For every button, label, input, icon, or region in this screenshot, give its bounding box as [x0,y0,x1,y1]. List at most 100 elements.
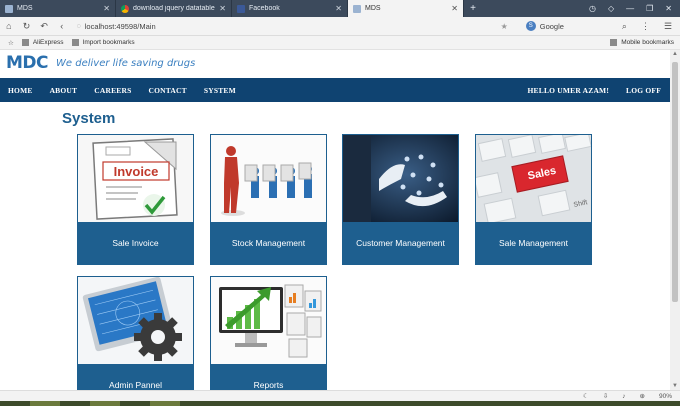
tab-title: MDS [365,5,381,12]
reports-chart-icon [211,277,326,364]
admin-gear-icon [78,277,193,364]
url-text: localhost:49598/Main [84,21,156,31]
page-icon [5,4,13,13]
reload-icon[interactable]: ↻ [18,21,36,32]
toolbar-icons: ⌕ ⋮ ☰ [622,21,680,32]
scroll-down-icon[interactable]: ▼ [672,383,678,389]
tile-sale-invoice[interactable]: Invoice Sale Invoice [77,134,194,265]
zoom-icon[interactable]: ⊕ [640,392,645,400]
mobile-bookmarks[interactable]: Mobile bookmarks [610,39,674,46]
mobile-bookmarks-label: Mobile bookmarks [621,39,674,46]
tile-caption: Stock Management [211,222,326,264]
page-scrollbar[interactable]: ▲ ▼ [670,50,680,390]
tile-sale-management[interactable]: Sales Shift Sale Management [475,134,592,265]
os-taskbar [0,401,680,406]
sales-key-icon: Sales Shift [476,135,591,222]
page-info-icon[interactable]: ◌ [77,23,81,30]
browser-status-bar: ☾ ⇩ ♪ ⊕ 90% [0,390,680,401]
browser-tab[interactable]: MDS ✕ [0,0,116,17]
undo-icon[interactable]: ↶ [35,21,53,32]
customer-network-icon [343,135,458,222]
tile-caption: Admin Pannel [78,364,193,390]
mobile-icon [610,39,618,46]
tab-title: MDS [17,5,33,12]
close-icon[interactable]: ✕ [451,4,458,13]
nav-contact[interactable]: CONTACT [148,86,186,95]
zoom-level[interactable]: 90% [659,393,672,400]
nav-careers[interactable]: CAREERS [94,86,131,95]
menu-icon[interactable]: ☰ [664,21,672,32]
nav-about[interactable]: ABOUT [50,86,78,95]
tile-caption: Sale Invoice [78,222,193,264]
tile-admin-pannel[interactable]: Admin Pannel [77,276,194,390]
scroll-thumb[interactable] [672,62,678,302]
minimize-icon[interactable]: — [626,4,634,13]
sound-icon[interactable]: ♪ [622,393,625,400]
main-navbar: HOME ABOUT CAREERS CONTACT SYSTEM HELLO … [0,78,670,102]
logo-text: MDC [6,53,49,73]
tile-caption: Customer Management [343,222,458,264]
folder-icon [21,39,29,46]
import-icon [71,39,79,46]
logoff-link[interactable]: LOG OFF [626,86,661,95]
download-icon[interactable]: ⇩ [603,392,608,400]
bookmark-import[interactable]: Import bookmarks [71,39,135,46]
restore-icon[interactable]: ❐ [646,4,653,13]
nav-right: HELLO UMER AZAM! LOG OFF [520,86,671,95]
chrome-icon [121,4,129,13]
window-controls: ◷ ◇ — ❐ ✕ [589,0,680,17]
site-tagline: We deliver life saving drugs [56,57,196,69]
bookmark-label: Import bookmarks [82,39,135,46]
back-icon[interactable]: ‹ [53,21,71,31]
nav-home[interactable]: HOME [8,86,33,95]
bookmarks-bar: ☆ AliExpress Import bookmarks Mobile boo… [0,36,680,50]
history-icon[interactable]: ◷ [589,4,596,13]
scroll-up-icon[interactable]: ▲ [672,51,678,57]
taskbar-item[interactable] [30,401,60,406]
address-toolbar: ⌂ ↻ ↶ ‹ ◌ localhost:49598/Main ★ S Googl… [0,17,680,36]
close-icon[interactable]: ✕ [219,4,226,13]
more-icon[interactable]: ⋮ [641,21,650,32]
page-title: System [62,110,116,127]
browser-tab-strip: MDS ✕ download jquery datatables.n ✕ Fac… [0,0,680,17]
nav-system[interactable]: SYSTEM [204,86,236,95]
tab-title: Facebook [249,5,280,12]
url-field[interactable]: ◌ localhost:49598/Main ★ [77,19,508,33]
close-icon[interactable]: ✕ [335,4,342,13]
nav-left: HOME ABOUT CAREERS CONTACT SYSTEM [0,86,245,95]
brand-row: MDC We deliver life saving drugs [6,52,195,74]
shield-icon[interactable]: ◇ [608,4,614,13]
page-icon [353,4,361,13]
taskbar-item[interactable] [90,401,120,406]
stock-people-icon [211,135,326,222]
search-engine-icon: S [525,21,536,31]
new-tab-icon[interactable]: + [464,0,482,17]
page-viewport: MDC We deliver life saving drugs HOME AB… [0,50,670,390]
facebook-icon [237,4,245,13]
tab-title: download jquery datatables.n [133,5,216,12]
search-engine-box[interactable]: S Google [525,21,616,31]
close-icon[interactable]: ✕ [103,4,110,13]
tile-stock-management[interactable]: Stock Management [210,134,327,265]
user-greeting[interactable]: HELLO UMER AZAM! [528,86,610,95]
bookmark-aliexpress[interactable]: AliExpress [21,39,64,46]
bookmarks-star-icon[interactable]: ☆ [8,39,14,47]
browser-tab-active[interactable]: MDS ✕ [348,0,464,17]
close-window-icon[interactable]: ✕ [665,4,672,13]
home-icon[interactable]: ⌂ [0,21,18,31]
tile-reports[interactable]: Reports [210,276,327,390]
invoice-icon: Invoice [78,135,193,222]
tile-customer-management[interactable]: Customer Management [342,134,459,265]
bookmark-label: AliExpress [32,39,64,46]
night-mode-icon[interactable]: ☾ [583,392,589,400]
search-engine-label: Google [539,21,564,31]
browser-tab[interactable]: download jquery datatables.n ✕ [116,0,232,17]
svg-text:Invoice: Invoice [114,164,159,179]
search-icon[interactable]: ⌕ [622,21,627,32]
site-logo[interactable]: MDC [6,53,49,73]
tile-caption: Sale Management [476,222,591,264]
taskbar-item[interactable] [150,401,180,406]
browser-tab[interactable]: Facebook ✕ [232,0,348,17]
bookmark-star-icon[interactable]: ★ [501,22,508,31]
tile-caption: Reports [211,364,326,390]
